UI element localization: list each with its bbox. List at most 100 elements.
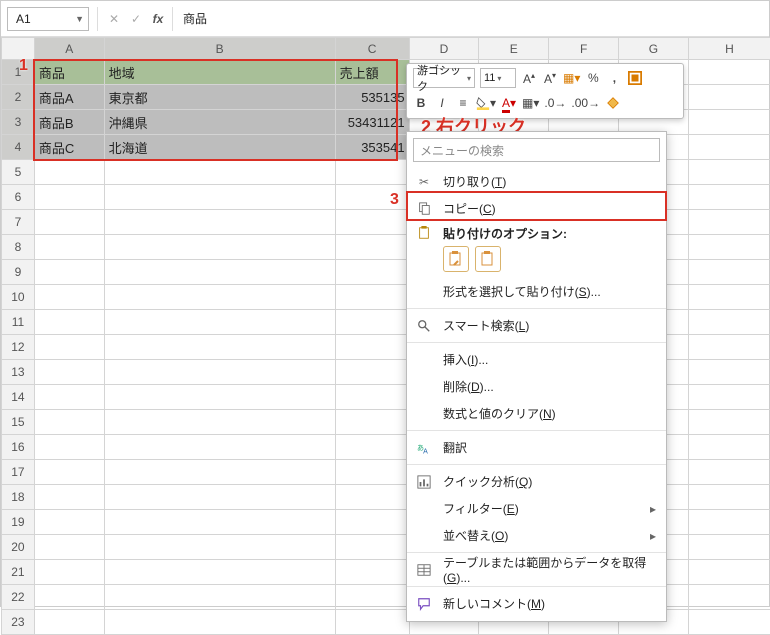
cell[interactable]: 353541	[335, 135, 409, 160]
cell[interactable]	[34, 185, 104, 210]
cell[interactable]	[688, 460, 770, 485]
format-painter-icon[interactable]	[605, 96, 621, 111]
cell[interactable]	[335, 610, 409, 635]
cell[interactable]	[34, 435, 104, 460]
confirm-icon[interactable]: ✓	[128, 12, 144, 26]
font-size-select[interactable]: 11▾	[480, 68, 516, 88]
col-header[interactable]: D	[409, 38, 479, 60]
row-header[interactable]: 13	[2, 360, 35, 385]
cell[interactable]: 地域	[104, 60, 335, 85]
cell[interactable]	[688, 435, 770, 460]
cell[interactable]	[688, 285, 770, 310]
cell[interactable]	[688, 610, 770, 635]
comma-icon[interactable]: ,	[606, 71, 622, 85]
ctx-copy[interactable]: コピー(C)	[407, 195, 666, 222]
cell[interactable]	[688, 60, 770, 85]
row-header[interactable]: 19	[2, 510, 35, 535]
col-header[interactable]: H	[688, 38, 770, 60]
select-all-corner[interactable]	[2, 38, 35, 60]
cell[interactable]	[335, 285, 409, 310]
row-header[interactable]: 20	[2, 535, 35, 560]
cell[interactable]	[104, 235, 335, 260]
cell[interactable]	[34, 210, 104, 235]
border-icon[interactable]: ▦▾	[522, 96, 539, 110]
increase-decimal-icon[interactable]: .00→	[571, 96, 600, 110]
cell[interactable]	[335, 185, 409, 210]
cell[interactable]	[34, 460, 104, 485]
row-header[interactable]: 6	[2, 185, 35, 210]
cell[interactable]: 沖縄県	[104, 110, 335, 135]
formula-input[interactable]: 商品	[172, 7, 763, 31]
cell[interactable]	[104, 160, 335, 185]
ctx-sort[interactable]: 並べ替え(O) ▸	[407, 522, 666, 549]
ctx-insert[interactable]: 挿入(I)...	[407, 346, 666, 373]
cell[interactable]	[335, 310, 409, 335]
row-header[interactable]: 12	[2, 335, 35, 360]
cell[interactable]	[104, 460, 335, 485]
cell[interactable]	[104, 485, 335, 510]
cell[interactable]	[688, 260, 770, 285]
cell[interactable]	[335, 535, 409, 560]
cell[interactable]: 535135	[335, 85, 409, 110]
cell[interactable]	[104, 585, 335, 610]
cell[interactable]	[34, 610, 104, 635]
col-header[interactable]: G	[619, 38, 689, 60]
cell[interactable]	[335, 560, 409, 585]
row-header[interactable]: 7	[2, 210, 35, 235]
ctx-smart-lookup[interactable]: スマート検索(L)	[407, 312, 666, 339]
row-header[interactable]: 9	[2, 260, 35, 285]
percent-icon[interactable]: %	[585, 71, 601, 85]
cell[interactable]	[688, 185, 770, 210]
cell[interactable]	[104, 310, 335, 335]
cell[interactable]	[688, 360, 770, 385]
ctx-paste-special[interactable]: 形式を選択して貼り付け(S)...	[407, 278, 666, 305]
cell[interactable]	[688, 210, 770, 235]
cell[interactable]	[34, 560, 104, 585]
cell[interactable]	[688, 385, 770, 410]
font-family-select[interactable]: 游ゴシック▾	[413, 68, 475, 88]
cell[interactable]	[34, 535, 104, 560]
cancel-icon[interactable]: ✕	[106, 12, 122, 26]
align-icon[interactable]: ≡	[455, 96, 471, 110]
ctx-translate[interactable]: あA 翻訳	[407, 434, 666, 461]
cell[interactable]	[34, 510, 104, 535]
row-header[interactable]: 8	[2, 235, 35, 260]
cell[interactable]	[104, 260, 335, 285]
cell[interactable]	[335, 410, 409, 435]
cell[interactable]	[34, 360, 104, 385]
cell[interactable]	[688, 85, 770, 110]
cell[interactable]	[688, 510, 770, 535]
cell[interactable]	[688, 560, 770, 585]
cell[interactable]	[335, 260, 409, 285]
cell[interactable]: 東京都	[104, 85, 335, 110]
cell[interactable]	[335, 585, 409, 610]
col-header[interactable]: B	[104, 38, 335, 60]
cell[interactable]	[34, 160, 104, 185]
menu-search-input[interactable]: メニューの検索	[413, 138, 660, 162]
font-color-icon[interactable]: A▾	[501, 96, 517, 110]
paste-option-values[interactable]	[475, 246, 501, 272]
paste-option-default[interactable]	[443, 246, 469, 272]
cell[interactable]: 商品C	[34, 135, 104, 160]
row-header[interactable]: 18	[2, 485, 35, 510]
cell[interactable]	[335, 335, 409, 360]
row-header[interactable]: 14	[2, 385, 35, 410]
row-header[interactable]: 1	[2, 60, 35, 85]
italic-button[interactable]: I	[434, 96, 450, 110]
cell[interactable]: 売上額	[335, 60, 409, 85]
cell[interactable]: 53431121	[335, 110, 409, 135]
ctx-from-table[interactable]: テーブルまたは範囲からデータを取得(G)...	[407, 556, 666, 583]
row-header[interactable]: 16	[2, 435, 35, 460]
cell[interactable]	[104, 435, 335, 460]
cell[interactable]	[335, 160, 409, 185]
ctx-new-comment[interactable]: 新しいコメント(M)	[407, 590, 666, 617]
cell[interactable]	[104, 535, 335, 560]
row-header[interactable]: 5	[2, 160, 35, 185]
fx-icon[interactable]: fx	[150, 12, 166, 26]
cell[interactable]	[104, 285, 335, 310]
row-header[interactable]: 3	[2, 110, 35, 135]
bold-button[interactable]: B	[413, 96, 429, 110]
cell[interactable]	[688, 585, 770, 610]
cell[interactable]	[34, 485, 104, 510]
decrease-font-icon[interactable]: A▾	[542, 71, 558, 86]
